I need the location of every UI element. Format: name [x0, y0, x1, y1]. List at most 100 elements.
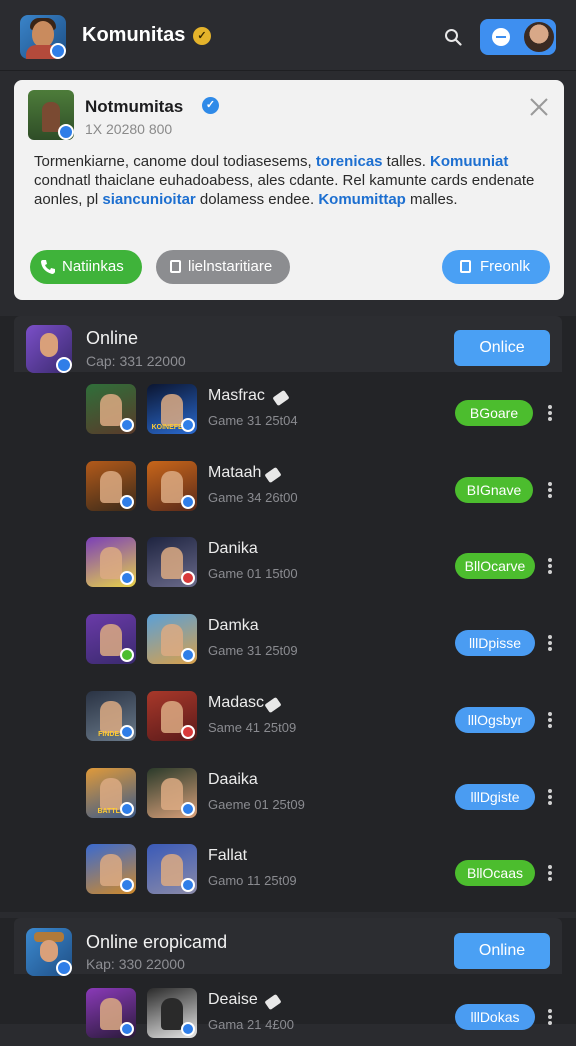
body-text: talles.	[382, 153, 431, 170]
verified-icon	[181, 878, 195, 892]
minus-icon	[492, 28, 510, 46]
action-pill-button[interactable]: lllDgiste	[455, 784, 535, 810]
tag-icon	[263, 993, 282, 1011]
row-title: Fallat	[208, 847, 248, 864]
external-link-icon	[460, 260, 471, 273]
game-icon[interactable]	[86, 614, 136, 664]
row-subtitle: Game 31 25t04	[208, 413, 298, 428]
open-link-label: Freonlk	[480, 258, 531, 275]
game-icon[interactable]	[86, 384, 136, 434]
body-text: malles.	[405, 191, 458, 208]
verified-icon	[181, 571, 195, 585]
game-icon[interactable]	[147, 537, 197, 587]
game-icon[interactable]	[86, 461, 136, 511]
section-subtitle: Kap: 330 22000	[86, 956, 185, 972]
online-button[interactable]: Online	[454, 933, 550, 969]
verified-check-icon: ✓	[202, 97, 219, 114]
search-icon[interactable]	[444, 28, 462, 46]
square-icon	[170, 260, 181, 273]
phone-icon	[41, 260, 55, 274]
verified-icon	[120, 802, 134, 816]
game-icon[interactable]	[147, 614, 197, 664]
body-link[interactable]: torenicas	[316, 153, 383, 170]
verified-icon	[120, 725, 134, 739]
more-options-icon[interactable]	[548, 865, 552, 881]
notification-thumbnail	[28, 90, 74, 140]
section-avatar[interactable]	[26, 928, 72, 976]
section-subtitle: Cap: 331 22000	[86, 353, 186, 369]
list-item[interactable]: BATTLE Daaika Gaeme 01 25t09 lllDgiste	[0, 762, 576, 826]
notification-body: Tormenkiarne, canome doul todiasesems, t…	[34, 152, 554, 209]
verified-icon	[181, 802, 195, 816]
action-pill-button[interactable]: BIGnave	[455, 477, 533, 503]
game-icon[interactable]: KOINEFERS	[147, 384, 197, 434]
call-button-label: Natiinkas	[62, 258, 124, 275]
game-icon[interactable]	[147, 844, 197, 894]
game-icon[interactable]	[147, 461, 197, 511]
notification-meta: 1X 20280 800	[85, 121, 173, 137]
body-text: Tormenkiarne, canome doul todiasesems,	[34, 153, 316, 170]
list-item[interactable]: Deaise Gama 21 4£00 lllDokas	[0, 982, 576, 1046]
avatar[interactable]	[522, 20, 556, 54]
list-item[interactable]: FINDES Madasc Same 41 25t09 lllOgsbyr	[0, 685, 576, 749]
verified-icon	[50, 43, 66, 59]
game-icon[interactable]	[147, 691, 197, 741]
more-options-icon[interactable]	[548, 482, 552, 498]
game-icon[interactable]	[86, 844, 136, 894]
more-options-icon[interactable]	[548, 558, 552, 574]
section-avatar[interactable]	[26, 325, 72, 373]
app-logo[interactable]	[20, 15, 66, 59]
game-icon[interactable]	[147, 988, 197, 1038]
verified-icon	[181, 1022, 195, 1036]
action-pill-button[interactable]: BGoare	[455, 400, 533, 426]
call-button[interactable]: Natiinkas	[30, 250, 142, 284]
more-options-icon[interactable]	[548, 635, 552, 651]
action-pill-button[interactable]: lllDokas	[455, 1004, 535, 1030]
game-icon[interactable]: BATTLE	[86, 768, 136, 818]
game-icon[interactable]: FINDES	[86, 691, 136, 741]
open-link-button[interactable]: Freonlk	[442, 250, 550, 284]
more-options-icon[interactable]	[548, 789, 552, 805]
list-item[interactable]: Danika Game 01 15t00 BllOcarve	[0, 531, 576, 595]
game-icon[interactable]	[147, 768, 197, 818]
action-pill-button[interactable]: lllDpisse	[455, 630, 535, 656]
list-item[interactable]: Damka Game 31 25t09 lllDpisse	[0, 608, 576, 672]
verified-icon	[120, 648, 134, 662]
install-button-label: lielnstaritiare	[188, 258, 273, 275]
row-subtitle: Game 01 15t00	[208, 566, 298, 581]
game-icon[interactable]	[86, 537, 136, 587]
notification-title: Notmumitas	[85, 97, 184, 116]
close-icon[interactable]	[528, 96, 550, 118]
list-item[interactable]: Fallat Gamo 11 25t09 BllOcaas	[0, 838, 576, 902]
action-pill-button[interactable]: lllOgsbyr	[455, 707, 535, 733]
row-subtitle: Game 34 26t00	[208, 490, 298, 505]
verified-icon	[120, 1022, 134, 1036]
row-title: Daaika	[208, 771, 258, 788]
row-subtitle: Same 41 25t09	[208, 720, 297, 735]
action-pill-button[interactable]: BllOcarve	[455, 553, 535, 579]
body-link[interactable]: siancunioitar	[102, 191, 195, 208]
verified-icon	[181, 648, 195, 662]
more-options-icon[interactable]	[548, 405, 552, 421]
body-link[interactable]: Komuuniat	[430, 153, 508, 170]
online-button[interactable]: Onlice	[454, 330, 550, 366]
row-subtitle: Gaeme 01 25t09	[208, 797, 305, 812]
row-title: Masfrac	[208, 387, 265, 404]
verified-icon	[181, 418, 195, 432]
row-title: Mataah	[208, 464, 262, 481]
action-pill-button[interactable]: BllOcaas	[455, 860, 535, 886]
row-title: Madasc	[208, 694, 265, 711]
list-item[interactable]: Mataah Game 34 26t00 BIGnave	[0, 455, 576, 519]
row-subtitle: Gama 21 4£00	[208, 1017, 295, 1032]
row-title: Danika	[208, 540, 258, 557]
install-button[interactable]: lielnstaritiare	[156, 250, 290, 284]
verified-icon	[58, 124, 74, 140]
game-icon[interactable]	[86, 988, 136, 1038]
list-item[interactable]: KOINEFERS Masfrac Game 31 25t04 BGoare	[0, 378, 576, 442]
more-options-icon[interactable]	[548, 712, 552, 728]
verified-icon	[56, 357, 72, 373]
more-options-icon[interactable]	[548, 1009, 552, 1025]
body-text: dolamess endee.	[195, 191, 319, 208]
tag-icon	[263, 696, 282, 714]
body-link[interactable]: Komumittap	[318, 191, 406, 208]
